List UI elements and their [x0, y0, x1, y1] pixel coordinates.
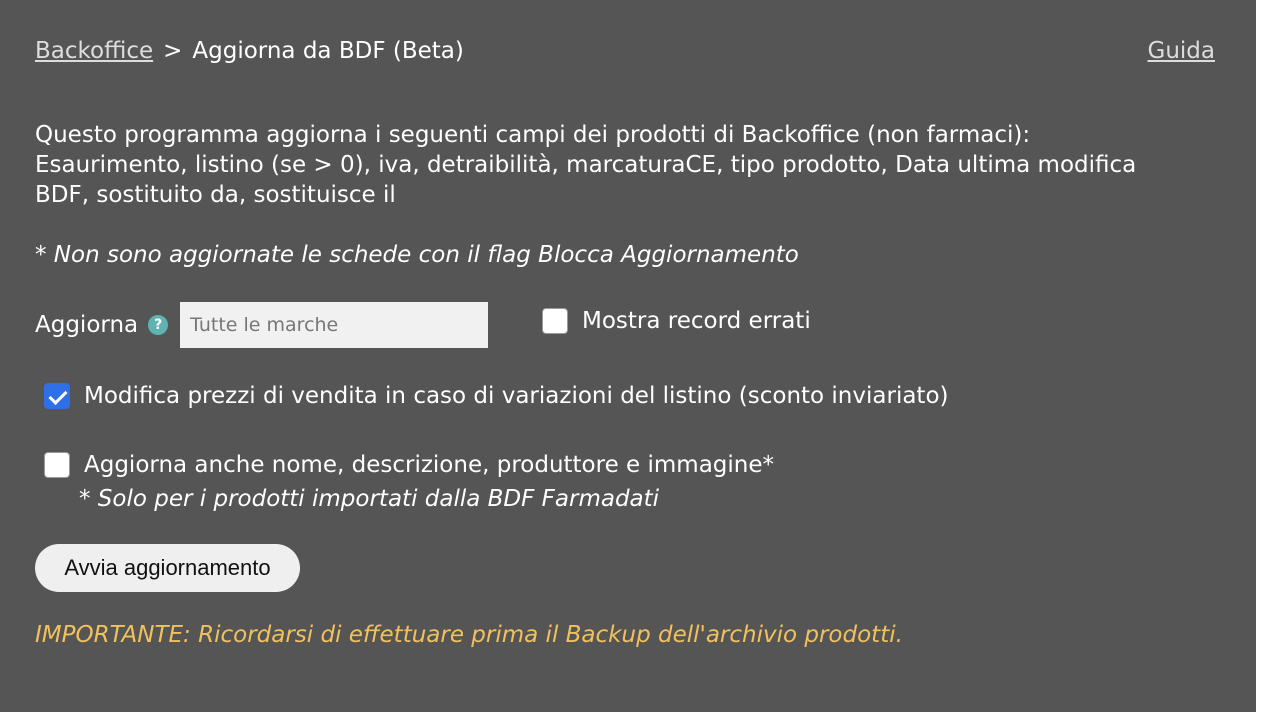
brand-filter-input[interactable] — [180, 302, 489, 348]
show-errors-label: Mostra record errati — [582, 308, 811, 334]
lock-note: * Non sono aggiornate le schede con il f… — [35, 242, 799, 268]
header: Backoffice > Aggiorna da BDF (Beta) Guida — [35, 36, 1215, 66]
show-errors-checkbox[interactable] — [542, 308, 568, 334]
update-prices-checkbox[interactable] — [44, 383, 70, 409]
intro-line-3: BDF, sostituito da, sostituisce il — [35, 182, 396, 208]
update-row: Aggiorna ? — [35, 302, 489, 348]
backup-warning: IMPORTANTE: Ricordarsi di effettuare pri… — [35, 622, 903, 648]
show-errors-option[interactable]: Mostra record errati — [542, 308, 811, 334]
update-names-option[interactable]: Aggiorna anche nome, descrizione, produt… — [44, 452, 774, 478]
help-guide-link[interactable]: Guida — [1148, 36, 1215, 66]
breadcrumb-separator: > — [163, 38, 183, 64]
update-names-note: * Solo per i prodotti importati dalla BD… — [79, 486, 660, 512]
update-prices-option[interactable]: Modifica prezzi di vendita in caso di va… — [44, 383, 949, 409]
intro-line-1: Questo programma aggiorna i seguenti cam… — [35, 122, 1031, 148]
start-update-button[interactable]: Avvia aggiornamento — [35, 544, 300, 592]
update-names-checkbox[interactable] — [44, 452, 70, 478]
update-names-label: Aggiorna anche nome, descrizione, produt… — [84, 452, 775, 478]
intro-text: Questo programma aggiorna i seguenti cam… — [35, 120, 1235, 210]
breadcrumb-backoffice-link[interactable]: Backoffice — [35, 38, 153, 64]
breadcrumb: Backoffice > Aggiorna da BDF (Beta) — [35, 36, 464, 66]
update-label: Aggiorna — [35, 312, 139, 338]
update-prices-label: Modifica prezzi di vendita in caso di va… — [84, 383, 949, 409]
help-question-icon[interactable]: ? — [148, 315, 169, 335]
intro-line-2: Esaurimento, listino (se > 0), iva, detr… — [35, 152, 1137, 178]
page-title: Aggiorna da BDF (Beta) — [192, 38, 464, 64]
page-edge — [1256, 0, 1286, 712]
main-panel: Backoffice > Aggiorna da BDF (Beta) Guida … — [0, 0, 1256, 712]
